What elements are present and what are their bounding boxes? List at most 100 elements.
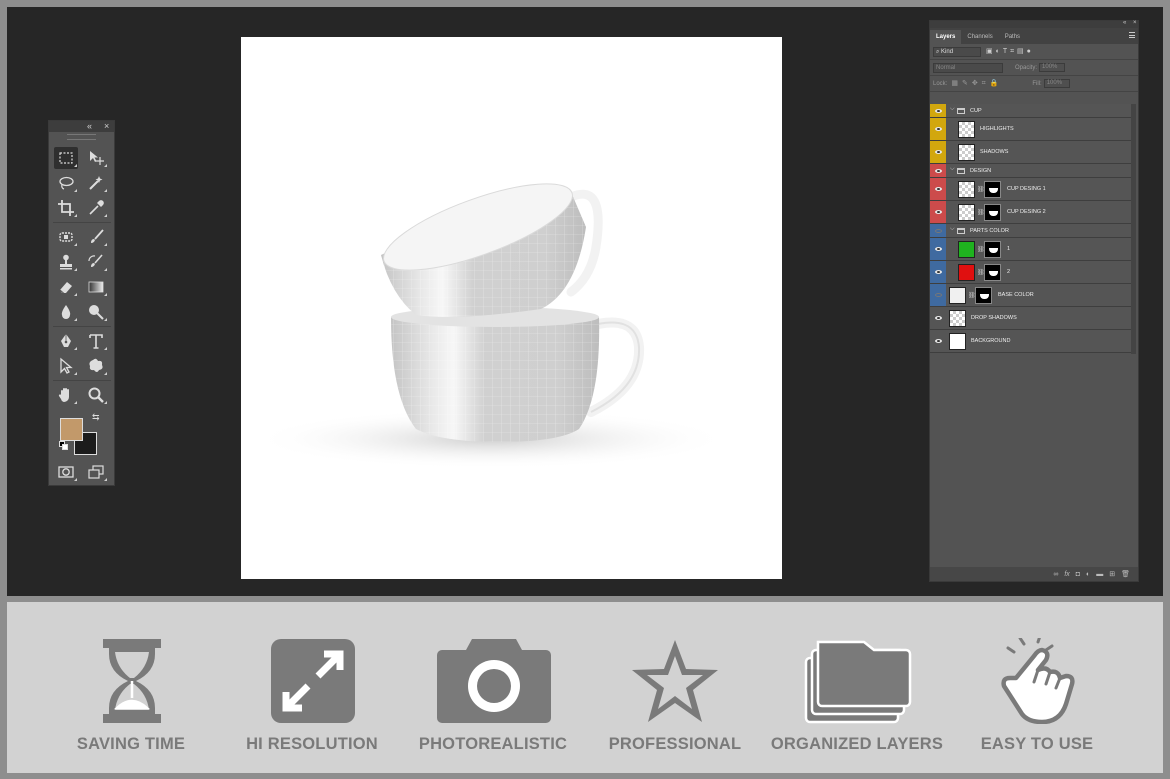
pen-tool[interactable] <box>54 330 78 352</box>
type-tool[interactable] <box>84 330 108 352</box>
dodge-icon <box>89 305 104 320</box>
document-canvas[interactable] <box>241 37 782 579</box>
screen-mode-button[interactable] <box>84 461 108 483</box>
panel-grip[interactable] <box>67 134 96 140</box>
clone-stamp-tool[interactable] <box>54 251 78 273</box>
crop-icon <box>58 200 74 216</box>
layer-mask-thumbnail[interactable] <box>984 264 1001 281</box>
filter-row: ⌕ Kind ▣◐T⌗▤● <box>930 44 1138 60</box>
gradient-tool[interactable] <box>84 276 108 298</box>
eye-icon <box>934 339 942 343</box>
blur-tool[interactable] <box>54 301 78 323</box>
visibility-toggle[interactable] <box>930 104 946 117</box>
layer-row[interactable]: ⛓ CUP DESING 1 <box>930 178 1132 201</box>
eraser-tool[interactable] <box>54 276 78 298</box>
stacked-cups-image <box>251 183 731 469</box>
layer-thumbnail <box>958 204 975 221</box>
eye-icon <box>934 247 942 251</box>
panel-menu-icon[interactable] <box>1129 32 1135 38</box>
close-icon[interactable]: × <box>104 121 109 132</box>
layer-mask-thumbnail[interactable] <box>984 241 1001 258</box>
eye-icon <box>934 316 942 320</box>
healing-brush-tool[interactable] <box>54 226 78 248</box>
layer-row[interactable]: HIGHLIGHTS <box>930 118 1132 141</box>
tab-layers[interactable]: Layers <box>930 30 962 44</box>
new-layer-icon[interactable]: ⊞ <box>1109 570 1115 578</box>
expand-arrow-icon[interactable]: ⌵ <box>950 166 955 173</box>
brush-tool[interactable] <box>84 226 108 248</box>
visibility-toggle[interactable] <box>930 238 946 260</box>
magic-wand-tool[interactable] <box>84 172 108 194</box>
marquee-tool[interactable] <box>54 147 78 169</box>
layer-row[interactable]: DROP SHADOWS <box>930 307 1132 330</box>
blend-mode-select[interactable]: Normal <box>933 62 1003 73</box>
trash-icon[interactable]: 🗑 <box>1121 570 1130 578</box>
lasso-tool[interactable] <box>54 172 78 194</box>
visibility-toggle[interactable] <box>930 261 946 283</box>
layers-panel-titlebar[interactable]: « × <box>930 20 1138 28</box>
zoom-tool[interactable] <box>84 384 108 406</box>
lock-icons[interactable]: ▦✎✥⌗🔒 <box>951 79 1002 88</box>
add-mask-icon[interactable]: ◘ <box>1076 571 1080 578</box>
new-group-icon[interactable]: ▬ <box>1096 571 1103 578</box>
filter-type-icons[interactable]: ▣◐T⌗▤● <box>986 47 1034 56</box>
tools-panel-titlebar[interactable]: « × <box>49 121 114 132</box>
hand-pointer-icon <box>1001 638 1075 724</box>
layer-row[interactable]: ⌵ DESIGN <box>930 164 1132 178</box>
layer-row[interactable]: ⛓ 1 <box>930 238 1132 261</box>
visibility-toggle[interactable] <box>930 307 946 329</box>
layer-row[interactable]: ⌵ PARTS COLOR <box>930 224 1132 238</box>
drop-icon <box>61 305 71 319</box>
expand-arrow-icon[interactable]: ⌵ <box>950 106 955 113</box>
visibility-toggle[interactable] <box>930 201 946 223</box>
filter-kind-select[interactable]: ⌕ Kind <box>933 46 981 57</box>
layer-mask-thumbnail[interactable] <box>984 204 1001 221</box>
quick-mask-button[interactable] <box>54 461 78 483</box>
tab-paths[interactable]: Paths <box>999 30 1026 44</box>
tab-channels[interactable]: Channels <box>961 30 998 44</box>
opacity-input[interactable]: 100% <box>1039 63 1066 72</box>
close-icon[interactable]: × <box>1133 20 1137 26</box>
layer-row[interactable]: ⛓ BASE COLOR <box>930 284 1132 307</box>
adjustment-icon[interactable]: ◐ <box>1086 571 1090 578</box>
visibility-toggle[interactable] <box>930 118 946 140</box>
visibility-toggle[interactable] <box>930 164 946 177</box>
layer-row[interactable]: SHADOWS <box>930 141 1132 164</box>
collapse-icon[interactable]: « <box>1123 20 1126 26</box>
hand-tool[interactable] <box>54 384 78 406</box>
custom-shape-tool[interactable] <box>84 355 108 377</box>
layer-row[interactable]: ⌵ CUP <box>930 104 1132 118</box>
move-tool[interactable] <box>84 147 108 169</box>
layer-thumbnail <box>958 121 975 138</box>
feature-label: SAVING TIME <box>76 735 186 753</box>
layer-thumbnail <box>958 241 975 258</box>
swap-colors-icon[interactable]: ⇆ <box>92 412 100 423</box>
fill-input[interactable]: 100% <box>1043 79 1070 88</box>
expand-arrow-icon[interactable]: ⌵ <box>950 226 955 233</box>
path-selection-tool[interactable] <box>54 355 78 377</box>
default-colors-icon[interactable] <box>59 441 68 450</box>
visibility-toggle[interactable] <box>930 141 946 163</box>
fx-icon[interactable]: fx <box>1064 571 1069 578</box>
collapse-icon[interactable]: « <box>87 121 92 132</box>
foreground-color-swatch[interactable] <box>60 418 83 441</box>
brush-icon <box>91 229 104 243</box>
eyedropper-tool[interactable] <box>84 197 108 219</box>
dodge-tool[interactable] <box>84 301 108 323</box>
visibility-toggle[interactable] <box>930 178 946 200</box>
layer-mask-thumbnail[interactable] <box>984 181 1001 198</box>
layer-row[interactable]: ⛓ CUP DESING 2 <box>930 201 1132 224</box>
visibility-toggle[interactable] <box>930 224 946 237</box>
layers-scrollbar[interactable] <box>1131 104 1136 354</box>
star-icon <box>632 640 718 722</box>
visibility-toggle[interactable] <box>930 330 946 352</box>
layers-panel: « × Layers Channels Paths ⌕ Kind ▣◐T⌗▤● … <box>929 20 1139 582</box>
layer-row[interactable]: ⛓ 2 <box>930 261 1132 284</box>
history-brush-tool[interactable] <box>84 251 108 273</box>
layer-mask-thumbnail[interactable] <box>975 287 992 304</box>
layer-name: DESIGN <box>970 168 992 174</box>
layer-row[interactable]: BACKGROUND <box>930 330 1132 353</box>
crop-tool[interactable] <box>54 197 78 219</box>
visibility-toggle[interactable] <box>930 284 946 306</box>
link-icon[interactable]: ∞ <box>1053 571 1058 578</box>
